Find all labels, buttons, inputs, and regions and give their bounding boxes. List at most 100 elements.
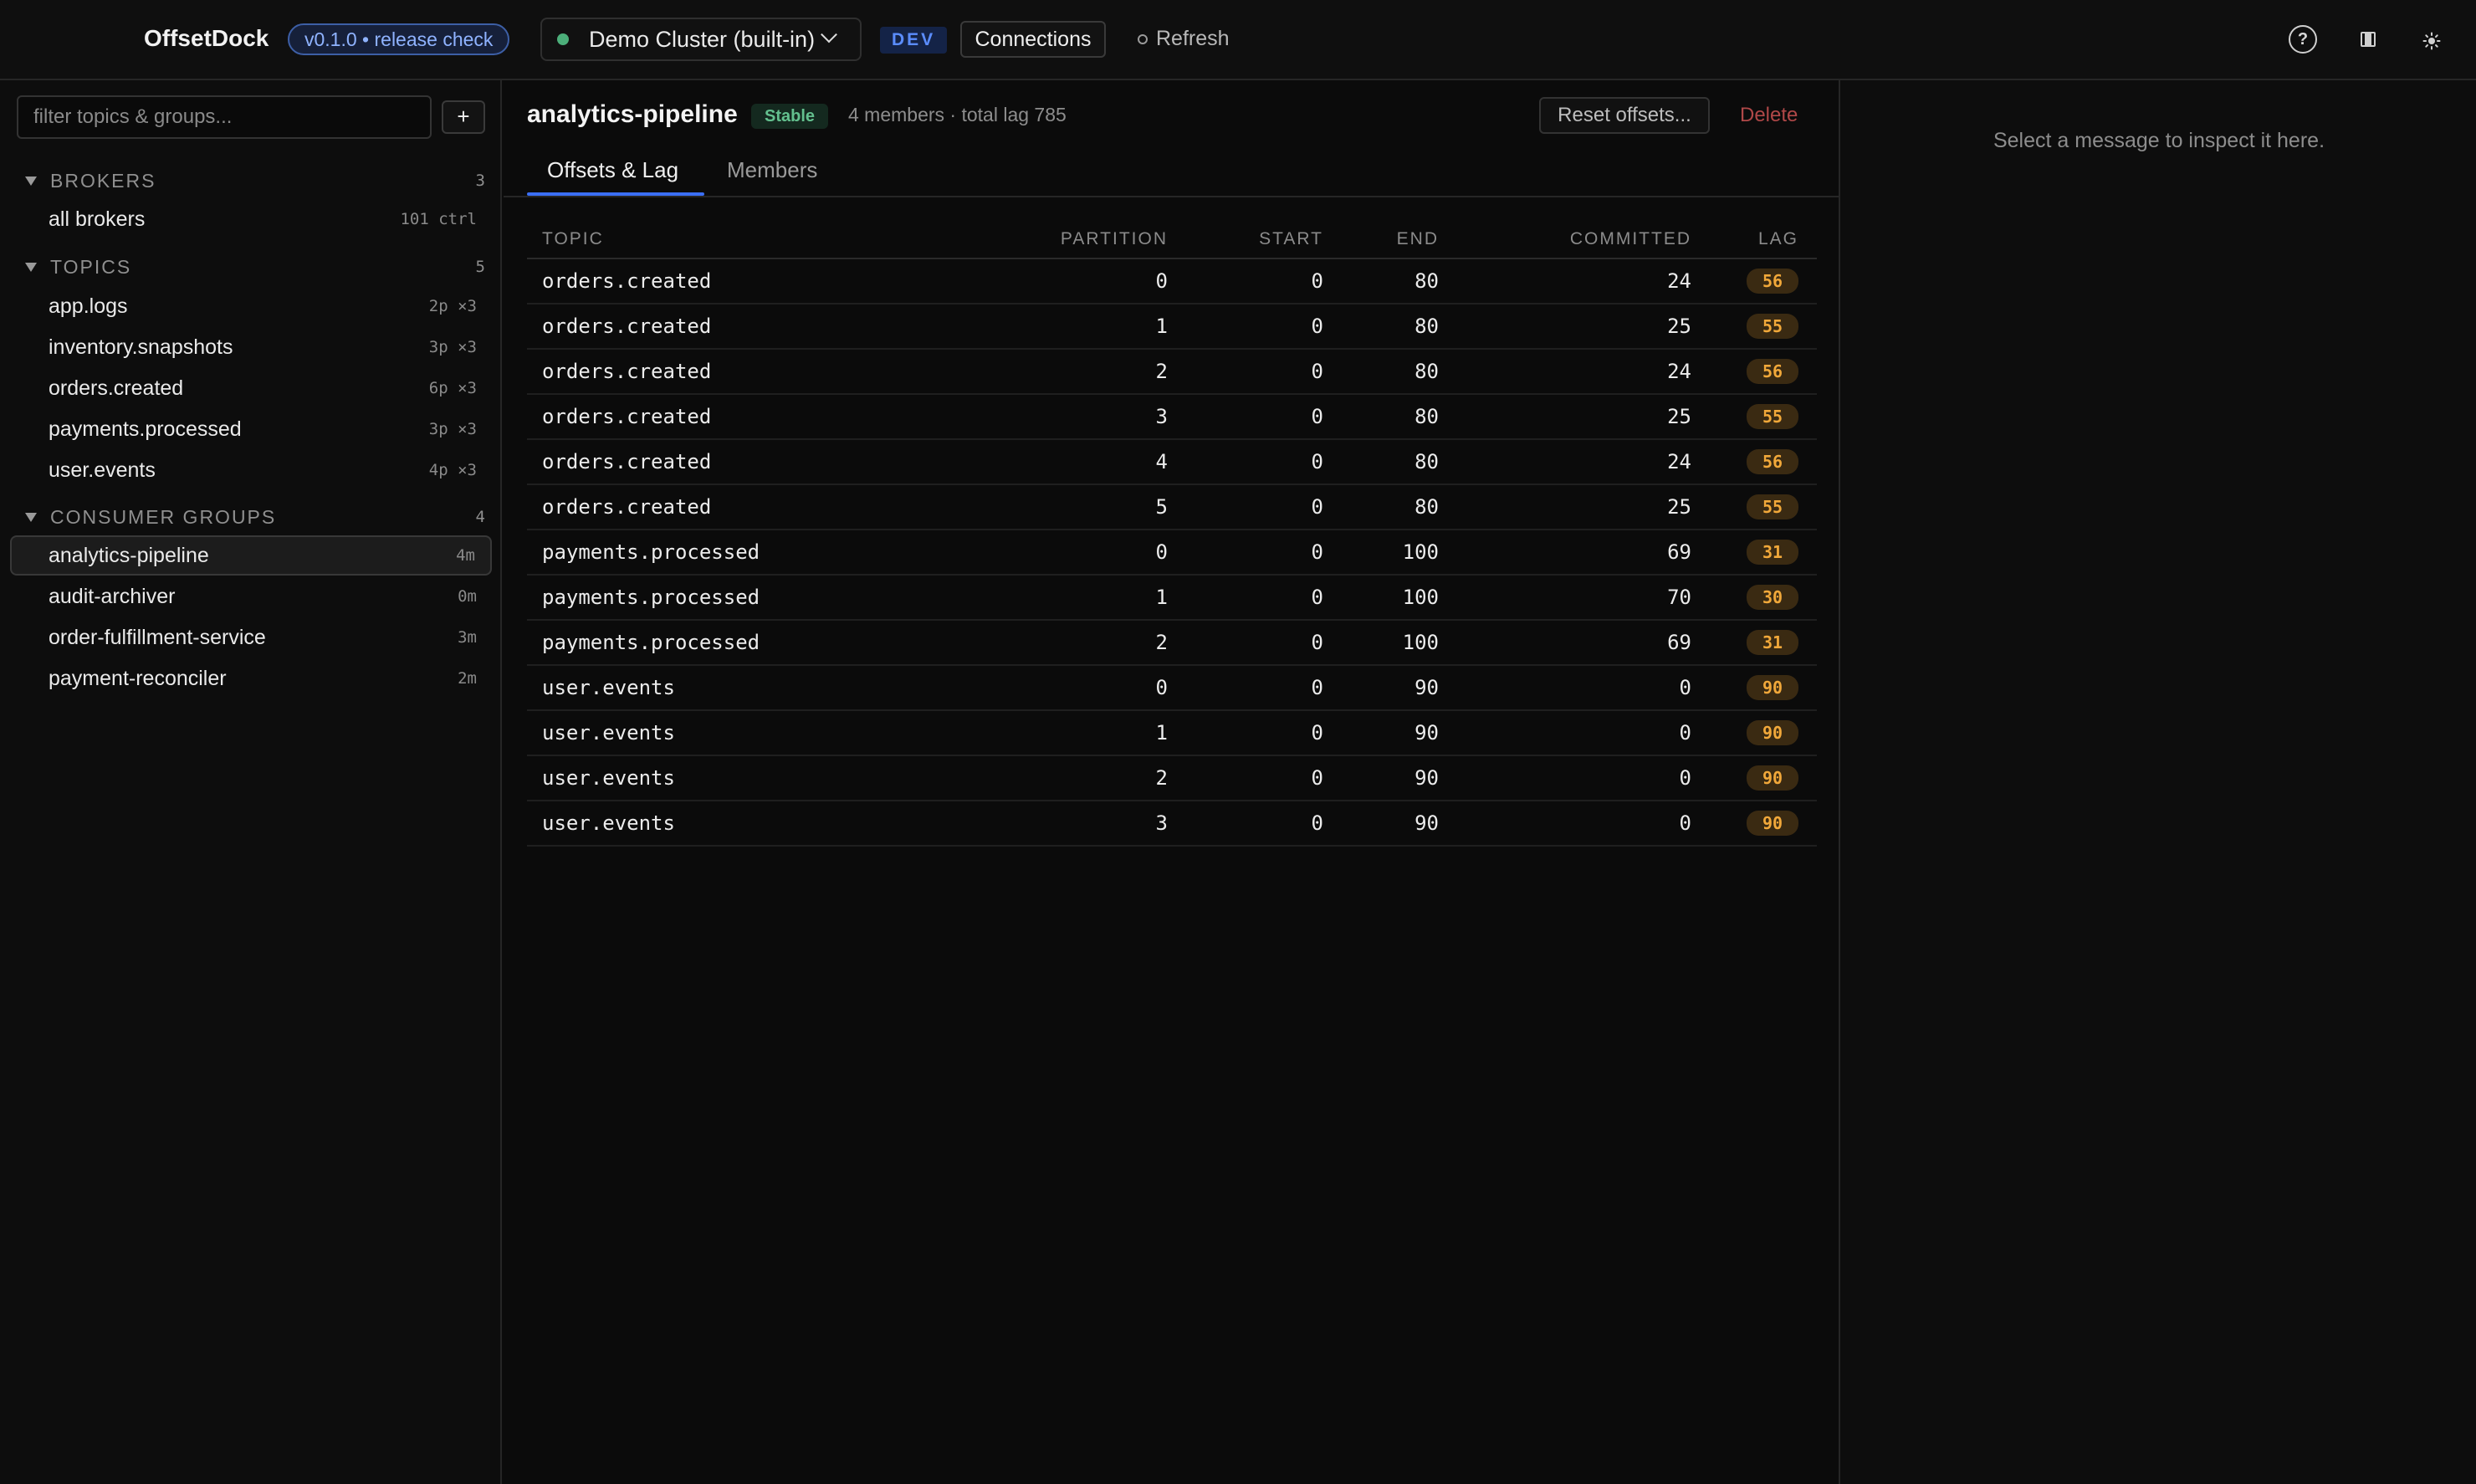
chevron-down-icon (821, 26, 837, 43)
table-row[interactable]: orders.created 4 0 80 24 56 (527, 440, 1817, 485)
column-header-topic[interactable]: TOPIC (527, 229, 1012, 249)
table-row[interactable]: user.events 0 0 90 0 90 (527, 666, 1817, 711)
cell-lag: 55 (1691, 404, 1817, 429)
panel-toggle-icon[interactable] (2361, 32, 2376, 47)
cell-start: 0 (1311, 766, 1323, 790)
sidebar-item-group[interactable]: audit-archiver 0m (10, 576, 492, 617)
cell-lag: 55 (1691, 494, 1817, 519)
sidebar-item-group-active[interactable]: analytics-pipeline 4m (10, 535, 492, 576)
cell-start: 0 (1311, 269, 1323, 293)
cell-partition: 3 (1155, 405, 1168, 428)
sidebar-item-topic[interactable]: orders.created 6p ×3 (10, 368, 492, 408)
table-row[interactable]: payments.processed 2 0 100 69 31 (527, 621, 1817, 666)
refresh-button[interactable]: Refresh (1138, 27, 1230, 51)
column-header-end[interactable]: END (1323, 229, 1439, 249)
table-row[interactable]: payments.processed 1 0 100 70 30 (527, 576, 1817, 621)
cell-start: 0 (1311, 676, 1323, 699)
cell-end: 90 (1414, 721, 1439, 745)
cell-end: 100 (1402, 631, 1439, 654)
section-count: 4 (475, 508, 485, 526)
cell-end: 80 (1414, 315, 1439, 338)
sidebar-item-meta: 3p ×3 (428, 420, 477, 438)
column-header-partition[interactable]: PARTITION (1012, 229, 1168, 249)
table-row[interactable]: orders.created 1 0 80 25 55 (527, 304, 1817, 350)
sidebar-item-label: payment-reconciler (49, 666, 227, 690)
caret-down-icon (25, 262, 37, 272)
cell-committed: 0 (1679, 676, 1691, 699)
refresh-icon (1138, 33, 1148, 44)
sidebar-item-topic[interactable]: user.events 4p ×3 (10, 450, 492, 490)
cell-partition: 4 (1155, 450, 1168, 473)
cell-partition: 3 (1155, 811, 1168, 835)
table-header: TOPIC PARTITION START END COMMITTED LAG (527, 221, 1817, 259)
tab-members[interactable]: Members (727, 157, 817, 183)
tab-offsets-lag[interactable]: Offsets & Lag (547, 157, 678, 183)
delete-button[interactable]: Delete (1740, 104, 1798, 127)
table-row[interactable]: orders.created 2 0 80 24 56 (527, 350, 1817, 395)
cell-lag: 90 (1691, 720, 1817, 745)
sidebar-item-topic[interactable]: payments.processed 3p ×3 (10, 409, 492, 449)
cell-partition: 1 (1155, 721, 1168, 745)
reset-offsets-button[interactable]: Reset offsets... (1539, 97, 1710, 134)
cell-committed: 25 (1667, 315, 1691, 338)
cell-end: 80 (1414, 405, 1439, 428)
cell-start: 0 (1311, 586, 1323, 609)
help-icon[interactable]: ? (2289, 25, 2317, 54)
table-row[interactable]: user.events 3 0 90 0 90 (527, 801, 1817, 847)
column-header-lag[interactable]: LAG (1691, 229, 1817, 249)
consumer-groups-section-header[interactable]: CONSUMER GROUPS 4 (25, 504, 485, 530)
table-body: orders.created 0 0 80 24 56 orders.created 1 0 80… (527, 259, 1817, 847)
sidebar-item-meta: 3m (458, 628, 477, 647)
cell-topic: orders.created (542, 269, 712, 293)
table-row[interactable]: payments.processed 0 0 100 69 31 (527, 530, 1817, 576)
cell-end: 90 (1414, 811, 1439, 835)
column-header-start[interactable]: START (1168, 229, 1323, 249)
sidebar-item-meta: 101 ctrl (400, 210, 477, 228)
cell-start: 0 (1311, 360, 1323, 383)
lag-badge: 55 (1747, 314, 1798, 339)
cell-committed: 69 (1667, 631, 1691, 654)
cell-topic: orders.created (542, 360, 712, 383)
sidebar-item-label: all brokers (49, 207, 146, 231)
cell-partition: 5 (1155, 495, 1168, 519)
sidebar-item-group[interactable]: payment-reconciler 2m (10, 658, 492, 699)
column-header-committed[interactable]: COMMITTED (1439, 229, 1691, 249)
brokers-section-header[interactable]: BROKERS 3 (25, 167, 485, 194)
sidebar-item-meta: 6p ×3 (428, 379, 477, 397)
offsets-table: TOPIC PARTITION START END COMMITTED LAG … (527, 221, 1817, 847)
table-row[interactable]: user.events 1 0 90 0 90 (527, 711, 1817, 756)
table-row[interactable]: orders.created 5 0 80 25 55 (527, 485, 1817, 530)
sidebar-item-topic[interactable]: app.logs 2p ×3 (10, 286, 492, 326)
cell-topic: user.events (542, 676, 675, 699)
sidebar-item-label: audit-archiver (49, 584, 176, 608)
add-button[interactable]: + (442, 100, 485, 134)
lag-badge: 56 (1747, 359, 1798, 384)
cell-topic: orders.created (542, 315, 712, 338)
topics-section-header[interactable]: TOPICS 5 (25, 253, 485, 280)
cell-topic: orders.created (542, 495, 712, 519)
cell-topic: user.events (542, 721, 675, 745)
theme-sun-icon[interactable] (2422, 32, 2441, 50)
cell-start: 0 (1311, 631, 1323, 654)
table-row[interactable]: orders.created 3 0 80 25 55 (527, 395, 1817, 440)
sidebar-item-meta: 4p ×3 (428, 461, 477, 479)
sidebar-item-meta: 2m (458, 669, 477, 688)
sidebar-item-group[interactable]: order-fulfillment-service 3m (10, 617, 492, 658)
active-tab-indicator (527, 192, 704, 196)
filter-input[interactable] (17, 95, 432, 139)
table-row[interactable]: orders.created 0 0 80 24 56 (527, 259, 1817, 304)
lag-badge: 31 (1747, 630, 1798, 655)
sidebar-item-meta: 3p ×3 (428, 338, 477, 356)
main-panel: analytics-pipeline Stable 4 members · to… (504, 80, 1839, 1484)
table-row[interactable]: user.events 2 0 90 0 90 (527, 756, 1817, 801)
cell-topic: user.events (542, 811, 675, 835)
caret-down-icon (25, 176, 37, 186)
lag-badge: 55 (1747, 494, 1798, 519)
cell-partition: 0 (1155, 540, 1168, 564)
connections-button[interactable]: Connections (960, 21, 1106, 58)
sidebar-item-topic[interactable]: inventory.snapshots 3p ×3 (10, 327, 492, 367)
lag-badge: 31 (1747, 540, 1798, 565)
cluster-selector[interactable]: Demo Cluster (built-in) (540, 18, 862, 61)
sidebar-item-all-brokers[interactable]: all brokers 101 ctrl (10, 199, 492, 239)
cell-end: 90 (1414, 676, 1439, 699)
